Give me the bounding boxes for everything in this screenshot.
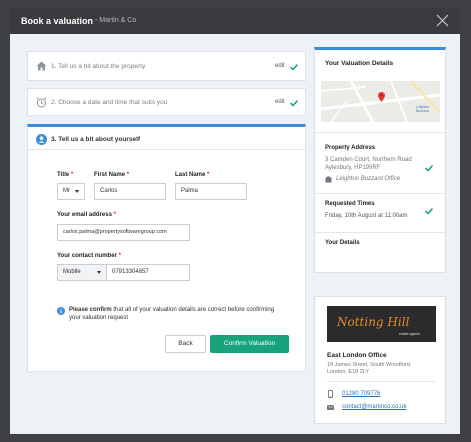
user-icon: [36, 134, 47, 145]
summary-divider: [315, 132, 445, 133]
info-icon: [57, 307, 65, 315]
valuation-modal: Book a valuation - Martin & Co 1. Tell u…: [10, 8, 460, 434]
office-name: East London Office: [327, 352, 387, 359]
envelope-icon: [327, 405, 334, 410]
contact-type-select[interactable]: Mobile: [57, 264, 107, 281]
map-pin-icon: [378, 92, 385, 102]
requested-times-heading: Requested Times: [325, 201, 375, 207]
step-2-edit-link[interactable]: edit: [275, 99, 285, 105]
step-1-label: 1. Tell us a bit about the property: [51, 63, 146, 70]
office-link[interactable]: Leighton Buzzard Office: [336, 176, 400, 182]
office-logo-sub: estate agents: [399, 332, 421, 336]
valuation-summary-card: Your Valuation Details Leighton Buzzard …: [314, 47, 446, 273]
contact-type-value: Mobile: [63, 269, 81, 275]
title-select-value: Mr: [63, 188, 70, 194]
your-details-heading: Your Details: [325, 240, 360, 246]
summary-title: Your Valuation Details: [325, 60, 394, 67]
office-email-link[interactable]: contact@martinco.co.uk: [342, 404, 406, 410]
confirm-notice: Please confirm that all of your valuatio…: [69, 306, 284, 322]
title-label: Title *: [57, 172, 74, 178]
office-logo-text: Notting Hill: [337, 315, 410, 329]
requested-times-value: Friday, 10th August at 11:00am: [325, 213, 408, 219]
check-icon: [290, 63, 298, 71]
check-icon: [425, 207, 433, 215]
title-select[interactable]: Mr: [57, 183, 85, 200]
chevron-down-icon: [97, 271, 101, 274]
home-icon: [36, 61, 47, 71]
property-address: 3 Camden Court, Northern Road Aylesbury,…: [325, 157, 412, 171]
last-name-label: Last Name *: [175, 172, 210, 178]
summary-divider: [315, 232, 445, 233]
modal-subtitle: - Martin & Co: [95, 17, 137, 24]
back-button[interactable]: Back: [165, 335, 206, 353]
last-name-field[interactable]: Palma: [175, 183, 247, 200]
contact-number-field[interactable]: 07913304857: [106, 264, 190, 281]
first-name-label: First Name *: [94, 172, 130, 178]
office-address: 19 James Street, South Woodford, London,…: [327, 362, 412, 375]
phone-icon: [328, 390, 333, 398]
step-1-edit-link[interactable]: edit: [275, 63, 285, 69]
property-address-heading: Property Address: [325, 145, 376, 151]
confirm-notice-bold: Please confirm: [69, 307, 112, 313]
modal-title: Book a valuation: [21, 16, 94, 26]
confirm-valuation-button[interactable]: Confirm Valuation: [210, 335, 289, 353]
step-3-card: 3. Tell us a bit about yourself Title * …: [27, 124, 306, 372]
last-name-value: Palma: [181, 188, 199, 194]
modal-header: Book a valuation - Martin & Co: [10, 8, 460, 34]
office-card: Notting Hill estate agents East London O…: [314, 296, 446, 424]
check-icon: [290, 99, 298, 107]
step-2-card[interactable]: 2. Choose a date and time that suits you…: [27, 88, 306, 116]
check-icon: [425, 164, 433, 172]
map-place-label: Leighton Buzzard: [416, 105, 430, 113]
email-label: Your email address *: [57, 212, 116, 218]
step-2-label: 2. Choose a date and time that suits you: [51, 99, 168, 106]
step-3-label: 3. Tell us a bit about yourself: [51, 136, 141, 143]
step-3-divider: [28, 149, 305, 150]
close-icon[interactable]: [436, 14, 449, 27]
contact-label: Your contact number *: [57, 253, 121, 259]
contact-number-value: 07913304857: [112, 269, 149, 275]
office-phone-link[interactable]: 01280 709776: [342, 391, 380, 397]
email-value: carlos.palma@propertysoftwaregroup.com: [63, 229, 167, 235]
email-field[interactable]: carlos.palma@propertysoftwaregroup.com: [57, 224, 190, 241]
location-map[interactable]: Leighton Buzzard: [321, 81, 440, 122]
step-1-card[interactable]: 1. Tell us a bit about the property edit: [27, 51, 306, 81]
alarm-clock-icon: [36, 97, 47, 108]
first-name-value: Carlos: [100, 188, 118, 194]
first-name-field[interactable]: Carlos: [94, 183, 166, 200]
building-icon: [325, 176, 332, 183]
chevron-down-icon: [75, 190, 79, 193]
summary-divider: [315, 193, 445, 194]
office-divider: [327, 381, 435, 382]
office-logo: Notting Hill estate agents: [327, 306, 436, 342]
